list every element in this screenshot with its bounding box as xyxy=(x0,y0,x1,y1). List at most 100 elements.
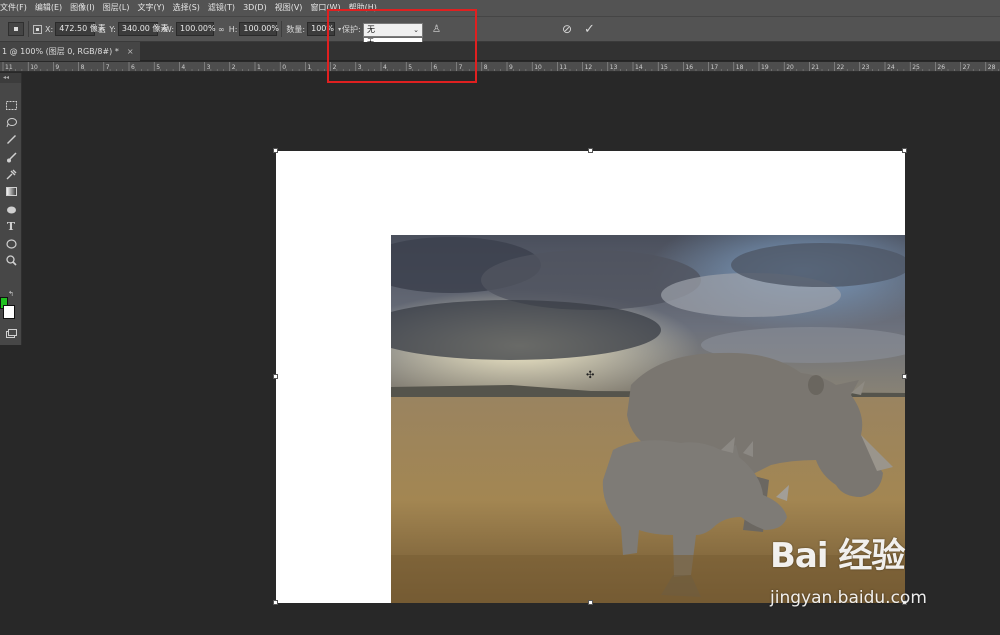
ruler-tick-label: 6 xyxy=(131,64,135,71)
ruler-tick-label: 27 xyxy=(963,64,971,71)
ruler-tick-label: 26 xyxy=(937,64,945,71)
transform-handle-top-right[interactable] xyxy=(902,148,907,153)
horizontal-ruler[interactable]: 11 10 9 8 7 6 5 4 3 2 1 0 1 2 3 4 5 6 7 8 9 10 11 12 13 14 15 16 17 1… xyxy=(0,62,1000,72)
reference-point-icon[interactable] xyxy=(33,24,42,34)
ruler-tick-label: 1 xyxy=(307,64,311,71)
ruler-tick-label: 20 xyxy=(786,64,794,71)
gradient-icon[interactable] xyxy=(2,184,20,199)
zoom-icon[interactable] xyxy=(2,253,20,268)
protect-select[interactable]: 无 ⌄ xyxy=(363,23,423,37)
eyedropper-icon[interactable] xyxy=(2,132,20,147)
options-bar: X: 472.50 像素 △ Y: 340.00 像素 W: 100.00% ∞… xyxy=(0,16,1000,42)
ruler-tick-label: 15 xyxy=(660,64,668,71)
x-label: X: xyxy=(45,24,54,34)
ruler-tick-label: 3 xyxy=(207,64,211,71)
link-icon[interactable]: ∞ xyxy=(218,25,225,34)
protect-select-value: 无 xyxy=(367,25,375,34)
transform-handle-top-center[interactable] xyxy=(588,148,593,153)
h-input[interactable]: 100.00% xyxy=(239,22,279,36)
reference-point-crosshair-icon[interactable]: ✣ xyxy=(586,371,594,381)
ruler-tick-label: 7 xyxy=(106,64,110,71)
transform-handle-top-left[interactable] xyxy=(273,148,278,153)
ruler-tick-label: 2 xyxy=(232,64,236,71)
menu-item[interactable]: 选择(S) xyxy=(169,0,204,16)
amount-label: 数量: xyxy=(286,24,306,34)
ruler-tick-label: 17 xyxy=(711,64,719,71)
menu-item[interactable]: 图层(L) xyxy=(99,0,134,16)
h-label: H: xyxy=(228,24,238,34)
menu-item[interactable]: 视图(V) xyxy=(271,0,307,16)
background-color-swatch[interactable] xyxy=(3,305,15,319)
amount-dropdown-icon[interactable]: ▾ xyxy=(338,26,341,33)
ruler-tick-label: 11 xyxy=(5,64,13,71)
marquee-icon[interactable] xyxy=(2,98,20,113)
menu-item[interactable]: 图像(I) xyxy=(66,0,99,16)
document-tab-title: 1 @ 100% (图层 0, RGB/8#) * xyxy=(2,47,119,56)
ruler-tick-label: 3 xyxy=(358,64,362,71)
commit-transform-icon[interactable]: ✓ xyxy=(584,22,595,37)
stamp-icon[interactable] xyxy=(2,167,20,182)
y-input[interactable]: 340.00 像素 xyxy=(117,22,168,36)
ruler-tick-label: 18 xyxy=(736,64,744,71)
ruler-tick-label: 22 xyxy=(837,64,845,71)
shape-icon[interactable] xyxy=(2,236,20,251)
dodge-icon[interactable] xyxy=(2,202,20,217)
protect-skin-icon[interactable]: ♙ xyxy=(432,24,441,35)
ruler-tick-label: 0 xyxy=(282,64,286,71)
ruler-tick-label: 4 xyxy=(181,64,185,71)
x-input[interactable]: 472.50 像素 xyxy=(55,22,106,36)
close-icon[interactable]: × xyxy=(127,47,134,56)
ruler-tick-label: 13 xyxy=(610,64,618,71)
ruler-tick-label: 8 xyxy=(81,64,85,71)
transform-handle-middle-left[interactable] xyxy=(273,374,278,379)
menu-item[interactable]: 帮助(H) xyxy=(345,0,381,16)
ruler-tick-label: 1 xyxy=(257,64,261,71)
document-tab-bar: 1 @ 100% (图层 0, RGB/8#) * × xyxy=(0,42,1000,61)
tools-panel: ◂◂ T ↰ xyxy=(0,73,22,345)
ruler-tick-label: 9 xyxy=(509,64,513,71)
relative-position-icon[interactable]: △ xyxy=(99,25,105,34)
menu-item[interactable]: 3D(D) xyxy=(239,0,271,16)
menu-item[interactable]: 窗口(W) xyxy=(306,0,344,16)
ruler-tick-label: 4 xyxy=(383,64,387,71)
ruler-tick-label: 28 xyxy=(988,64,996,71)
baidu-jingyan-watermark: Bai 经验 jingyan.baidu.com xyxy=(770,528,970,618)
ruler-tick-label: 2 xyxy=(333,64,337,71)
menu-item[interactable]: 文字(Y) xyxy=(133,0,168,16)
menu-item[interactable]: 文件(F) xyxy=(0,0,31,16)
cancel-transform-icon[interactable]: ⊘ xyxy=(562,22,572,36)
ruler-tick-label: 6 xyxy=(433,64,437,71)
ruler-tick-label: 5 xyxy=(156,64,160,71)
lasso-icon[interactable] xyxy=(2,115,20,130)
tool-preset-picker[interactable] xyxy=(8,22,24,36)
photoshop-window: 文件(F) 编辑(E) 图像(I) 图层(L) 文字(Y) 选择(S) 滤镜(T) 3D(D)… xyxy=(0,0,1000,635)
document-tab[interactable]: 1 @ 100% (图层 0, RGB/8#) * × xyxy=(0,42,140,61)
ruler-tick-label: 5 xyxy=(408,64,412,71)
ruler-tick-label: 8 xyxy=(484,64,488,71)
swap-colors-icon[interactable]: ↰ xyxy=(8,290,14,298)
menu-item[interactable]: 滤镜(T) xyxy=(204,0,239,16)
ruler-tick-label: 9 xyxy=(55,64,59,71)
type-icon[interactable]: T xyxy=(2,219,20,234)
y-label: Y: xyxy=(109,24,116,34)
transform-handle-bottom-center[interactable] xyxy=(588,600,593,605)
w-label: W: xyxy=(163,24,175,34)
transform-handle-bottom-left[interactable] xyxy=(273,600,278,605)
brush-icon[interactable] xyxy=(2,150,20,165)
protect-label: 保护: xyxy=(342,24,361,34)
w-input[interactable]: 100.00% xyxy=(176,22,216,36)
amount-input[interactable]: 100% xyxy=(307,22,336,36)
ruler-tick-label: 19 xyxy=(761,64,769,71)
screen-mode-icon[interactable] xyxy=(2,326,20,341)
watermark-logo: Bai 经验 xyxy=(770,536,905,576)
ruler-tick-label: 11 xyxy=(559,64,567,71)
panel-collapse-icon[interactable]: ◂◂ xyxy=(0,73,21,83)
ruler-tick-label: 24 xyxy=(887,64,895,71)
ruler-tick-label: 12 xyxy=(585,64,593,71)
ruler-tick-label: 21 xyxy=(811,64,819,71)
menu-item[interactable]: 编辑(E) xyxy=(31,0,66,16)
ruler-tick-label: 10 xyxy=(30,64,38,71)
transform-handle-middle-right[interactable] xyxy=(902,374,907,379)
ruler-tick-label: 25 xyxy=(912,64,920,71)
ruler-tick-label: 16 xyxy=(685,64,693,71)
